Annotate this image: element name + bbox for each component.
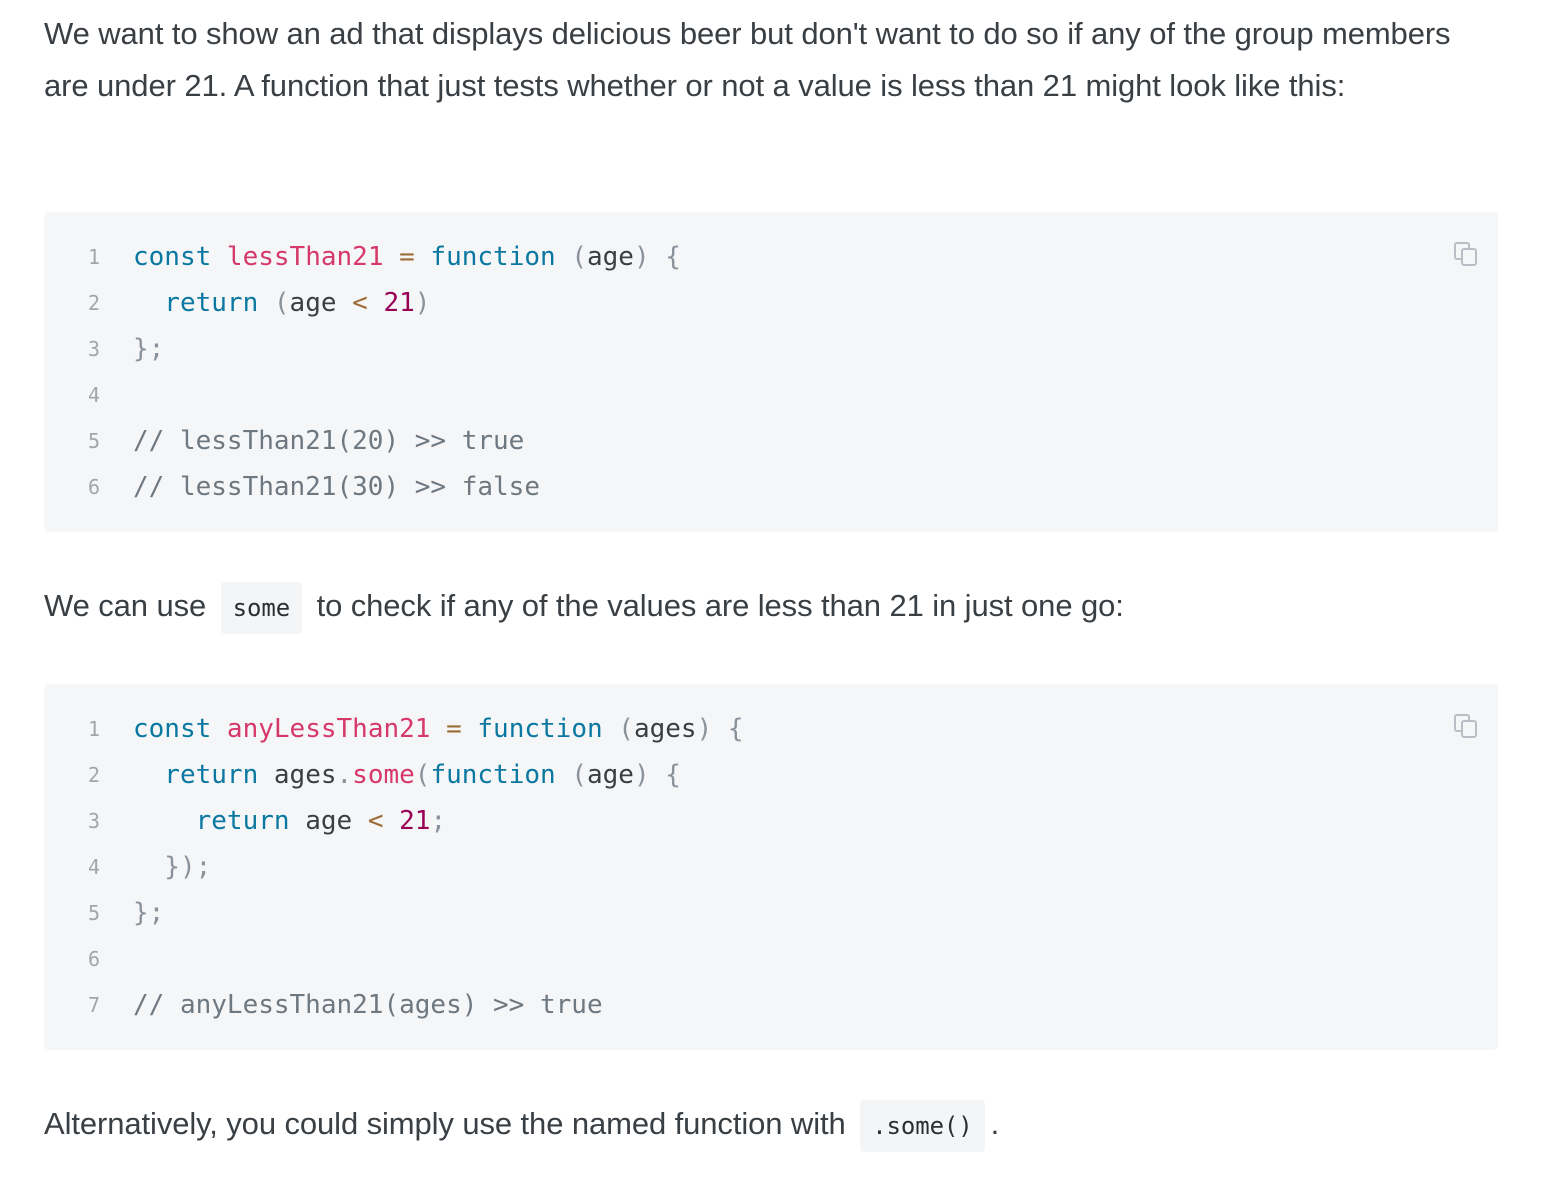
code-token: // anyLessThan21(ages) >> true	[133, 990, 603, 1020]
code-lines: 1 const anyLessThan21 = function (ages) {…	[44, 706, 1498, 1028]
code-token: {	[649, 242, 681, 272]
code-token: (	[602, 714, 634, 744]
line-number: 2	[87, 763, 100, 787]
some-text-before: We can use	[44, 588, 207, 623]
code-lines: 1 const lessThan21 = function (age) {2 re…	[44, 234, 1498, 510]
line-number: 6	[87, 947, 100, 971]
intro-paragraph: We want to show an ad that displays deli…	[44, 16, 1451, 103]
code-token: .	[336, 760, 353, 790]
code-text: return ages.some(function (age) {	[133, 752, 681, 798]
code-token: age	[587, 760, 634, 790]
code-token: age	[586, 242, 634, 272]
code-token: ages	[258, 760, 337, 790]
code-text: };	[133, 890, 164, 936]
code-token: return	[133, 760, 259, 790]
code-token: };	[133, 334, 165, 364]
line-number: 4	[87, 383, 100, 407]
code-token: function	[461, 714, 603, 744]
code-text: const lessThan21 = function (age) {	[133, 234, 681, 280]
code-token: lessThan21	[211, 242, 384, 272]
code-line: 5};	[44, 890, 1498, 936]
code-token: =	[383, 242, 415, 272]
code-token: });	[133, 852, 212, 882]
code-line: 2 return (age < 21)	[44, 280, 1498, 326]
code-token: age	[289, 288, 337, 318]
line-number: 7	[87, 993, 100, 1017]
code-token: (	[258, 288, 290, 318]
code-token: return	[133, 288, 259, 318]
line-number: 2	[87, 291, 100, 315]
code-token: )	[696, 714, 713, 744]
code-line: 4	[44, 372, 1498, 418]
code-token: =	[430, 714, 462, 744]
code-line: 6 // lessThan21(30) >> false	[44, 464, 1498, 510]
code-token: )	[633, 760, 650, 790]
line-number: 3	[87, 337, 100, 361]
code-line: 6	[44, 936, 1498, 982]
code-text: const anyLessThan21 = function (ages) {	[133, 706, 744, 752]
some-paragraph: We can use some to check if any of the v…	[44, 580, 1124, 635]
code-token: function	[430, 760, 556, 790]
code-token: )	[414, 288, 431, 318]
alternative-paragraph: Alternatively, you could simply use the …	[44, 1098, 999, 1153]
code-token: };	[133, 898, 165, 928]
inline-code-some-call: .some()	[860, 1100, 985, 1152]
line-number: 3	[87, 809, 100, 833]
code-text: return (age < 21)	[133, 280, 430, 326]
code-line: 3 return age < 21;	[44, 798, 1498, 844]
line-number: 5	[87, 901, 100, 925]
code-token: (	[555, 242, 587, 272]
code-token: <	[352, 806, 384, 836]
code-token: {	[649, 760, 681, 790]
code-token: function	[414, 242, 556, 272]
code-line: 4 });	[44, 844, 1498, 890]
code-token: ;	[430, 806, 447, 836]
code-token: (	[414, 760, 431, 790]
code-token: // lessThan21(20) >> true	[133, 426, 525, 456]
code-token: const	[133, 242, 212, 272]
code-token: {	[712, 714, 744, 744]
line-number: 6	[87, 475, 100, 499]
code-text: };	[133, 326, 164, 372]
code-text: return age < 21;	[133, 798, 447, 844]
code-token: )	[633, 242, 650, 272]
code-token: some	[352, 760, 415, 790]
code-token: const	[133, 714, 212, 744]
code-text: // lessThan21(30) >> false	[133, 464, 540, 510]
code-text: // lessThan21(20) >> true	[133, 418, 524, 464]
code-block-less-than-21: 1 const lessThan21 = function (age) {2 re…	[44, 212, 1498, 532]
code-token: // lessThan21(30) >> false	[133, 472, 540, 502]
code-token: 21	[383, 806, 431, 836]
code-line: 3};	[44, 326, 1498, 372]
code-token: (	[555, 760, 587, 790]
code-token: ages	[633, 714, 697, 744]
code-line: 7 // anyLessThan21(ages) >> true	[44, 982, 1498, 1028]
code-token: anyLessThan21	[211, 714, 431, 744]
inline-code-some: some	[220, 582, 303, 634]
code-line: 5 // lessThan21(20) >> true	[44, 418, 1498, 464]
code-token: <	[336, 288, 368, 318]
code-token: return	[133, 806, 290, 836]
alt-text-after: .	[990, 1106, 1000, 1141]
alt-text-before: Alternatively, you could simply use the …	[44, 1106, 846, 1141]
line-number: 4	[87, 855, 100, 879]
code-block-any-less-than-21: 1 const anyLessThan21 = function (ages) {…	[44, 684, 1498, 1050]
code-line: 1 const anyLessThan21 = function (ages) {	[44, 706, 1498, 752]
code-token: 21	[367, 288, 415, 318]
code-line: 1 const lessThan21 = function (age) {	[44, 234, 1498, 280]
code-text: });	[133, 844, 211, 890]
line-number: 5	[87, 429, 100, 453]
code-text: // anyLessThan21(ages) >> true	[133, 982, 603, 1028]
code-line: 2 return ages.some(function (age) {	[44, 752, 1498, 798]
some-text-after: to check if any of the values are less t…	[316, 588, 1124, 623]
line-number: 1	[87, 717, 100, 741]
code-token: age	[289, 806, 353, 836]
line-number: 1	[87, 245, 100, 269]
